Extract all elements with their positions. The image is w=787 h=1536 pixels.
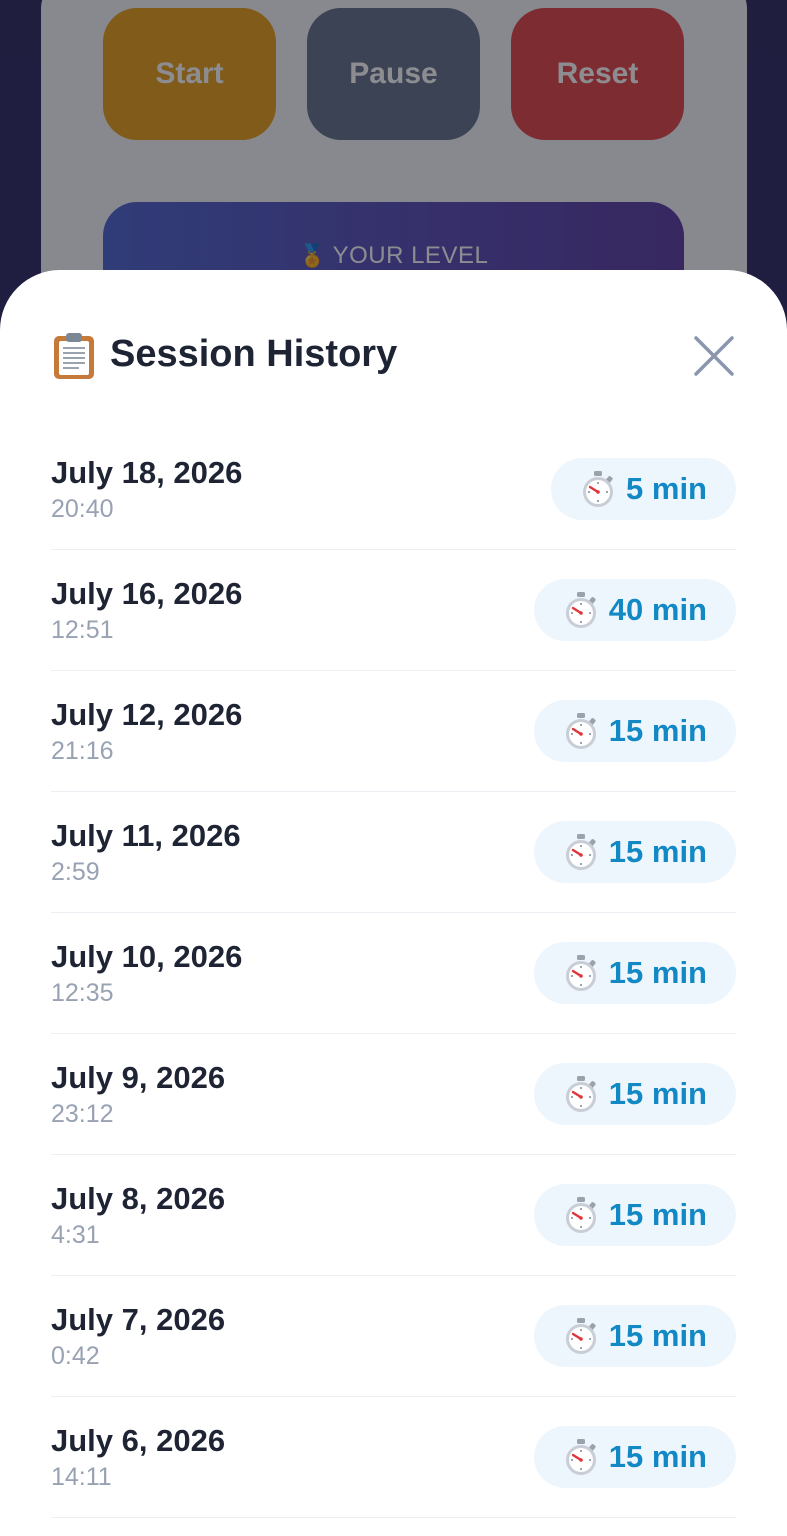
session-date: July 9, 2026	[51, 1060, 226, 1095]
duration-label: 40 min	[608, 592, 707, 627]
stopwatch-icon	[565, 592, 596, 628]
duration-badge: 40 min	[533, 579, 736, 641]
stopwatch-icon	[565, 1318, 596, 1354]
session-date: July 18, 2026	[51, 455, 243, 490]
duration-label: 15 min	[608, 1197, 707, 1232]
clipboard-icon	[54, 333, 94, 379]
session-date: July 10, 2026	[51, 939, 243, 974]
session-time: 0:42	[51, 1342, 100, 1370]
session-time: 12:51	[51, 616, 114, 644]
session-date: July 8, 2026	[51, 1181, 226, 1216]
duration-badge: 15 min	[533, 1426, 736, 1488]
duration-badge: 15 min	[533, 1063, 736, 1125]
close-icon[interactable]	[692, 334, 736, 378]
session-date: July 11, 2026	[51, 818, 241, 853]
duration-badge: 15 min	[533, 700, 736, 762]
session-time: 4:31	[51, 1221, 100, 1249]
session-time: 21:16	[51, 737, 114, 765]
duration-label: 15 min	[608, 1439, 707, 1474]
sheet-header: Session History	[51, 330, 736, 390]
stopwatch-icon	[565, 955, 596, 991]
session-row[interactable]: July 18, 2026 20:40 5 min	[51, 429, 736, 550]
session-row[interactable]: July 10, 2026 12:35 15 min	[51, 913, 736, 1034]
session-time: 14:11	[51, 1463, 112, 1491]
duration-badge: 15 min	[533, 821, 736, 883]
stopwatch-icon	[565, 1439, 596, 1475]
duration-badge: 15 min	[533, 1305, 736, 1367]
session-date: July 12, 2026	[51, 697, 243, 732]
session-row[interactable]: July 12, 2026 21:16 15 min	[51, 671, 736, 792]
duration-label: 15 min	[608, 1076, 707, 1111]
duration-label: 15 min	[608, 955, 707, 990]
session-time: 23:12	[51, 1100, 114, 1128]
duration-label: 15 min	[608, 834, 707, 869]
session-row[interactable]: July 11, 2026 2:59 15 min	[51, 792, 736, 913]
session-date: July 6, 2026	[51, 1423, 226, 1458]
stopwatch-icon	[565, 834, 596, 870]
session-date: July 16, 2026	[51, 576, 243, 611]
session-row[interactable]: July 8, 2026 4:31 15 min	[51, 1155, 736, 1276]
duration-badge: 15 min	[533, 942, 736, 1004]
duration-label: 15 min	[608, 1318, 707, 1353]
stopwatch-icon	[565, 1076, 596, 1112]
duration-badge: 5 min	[551, 458, 736, 520]
duration-label: 5 min	[626, 471, 707, 506]
duration-label: 15 min	[608, 713, 707, 748]
session-row[interactable]: July 9, 2026 23:12 15 min	[51, 1034, 736, 1155]
session-date: July 7, 2026	[51, 1302, 226, 1337]
session-list: July 18, 2026 20:40 5 min July 16, 2026 …	[51, 429, 736, 1518]
stopwatch-icon	[583, 471, 614, 507]
session-row[interactable]: July 16, 2026 12:51 40 min	[51, 550, 736, 671]
stopwatch-icon	[565, 713, 596, 749]
session-row[interactable]: July 7, 2026 0:42 15 min	[51, 1276, 736, 1397]
session-time: 2:59	[51, 858, 100, 886]
duration-badge: 15 min	[533, 1184, 736, 1246]
session-time: 20:40	[51, 495, 114, 523]
session-history-sheet: Session History July 18, 2026 20:40 5 mi…	[0, 270, 787, 1536]
stopwatch-icon	[565, 1197, 596, 1233]
session-row[interactable]: July 6, 2026 14:11 15 min	[51, 1397, 736, 1518]
sheet-title: Session History	[110, 333, 398, 375]
session-time: 12:35	[51, 979, 114, 1007]
